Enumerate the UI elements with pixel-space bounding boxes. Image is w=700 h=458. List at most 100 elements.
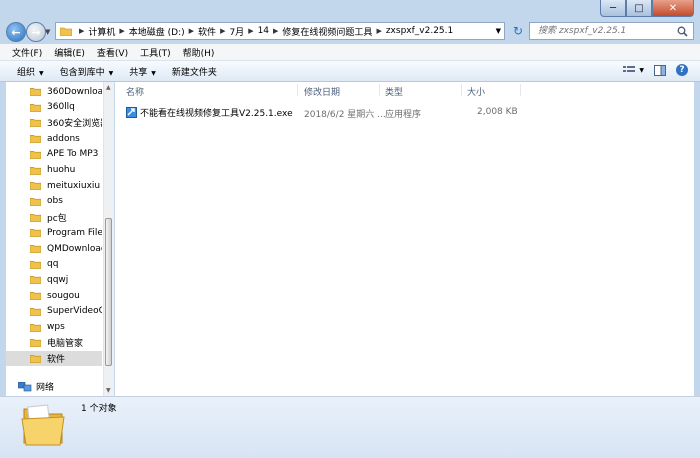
nav-item[interactable]: 360llq: [6, 100, 102, 115]
breadcrumb-separator-icon[interactable]: ▶: [248, 27, 253, 35]
address-dropdown-icon[interactable]: ▼: [496, 27, 501, 35]
scroll-up-icon[interactable]: ▲: [106, 84, 111, 91]
forward-button[interactable]: →: [26, 22, 46, 42]
refresh-button[interactable]: ↻: [509, 22, 527, 40]
nav-item-label: APE To MP3 F: [47, 149, 102, 160]
folder-icon: [30, 135, 41, 143]
new-folder-button[interactable]: 新建文件夹: [164, 65, 225, 78]
refresh-icon: ↻: [512, 24, 524, 38]
nav-item-label: qq: [47, 259, 59, 270]
nav-item[interactable]: meituxiuxiu: [6, 178, 102, 193]
back-button[interactable]: ←: [6, 22, 26, 42]
folder-icon: [30, 276, 41, 285]
explorer-window: ─ □ ✕ ← → ▼ ▶ 计算机 ▶ 本地磁盘 (D:) ▶ 软件 ▶ 7月 ▶ 14 ▶ 修复在线…: [0, 0, 700, 458]
nav-scrollbar[interactable]: ▲ ▼: [103, 82, 114, 396]
menu-help[interactable]: 帮助(H): [177, 46, 221, 59]
folder-icon: [30, 103, 41, 112]
breadcrumb-item[interactable]: 计算机: [88, 25, 115, 38]
nav-item[interactable]: 电脑管家: [6, 335, 102, 350]
nav-item[interactable]: addons: [6, 131, 102, 146]
nav-item-label: Program Files: [47, 227, 102, 238]
breadcrumb-item[interactable]: 7月: [229, 25, 244, 38]
breadcrumb-item[interactable]: 本地磁盘 (D:): [129, 25, 185, 38]
breadcrumb-separator-icon[interactable]: ▶: [189, 27, 194, 35]
column-divider: [520, 84, 521, 96]
nav-item[interactable]: SuperVideoCa: [6, 304, 102, 319]
nav-item[interactable]: 软件: [6, 350, 102, 366]
address-bar[interactable]: ▶ 计算机 ▶ 本地磁盘 (D:) ▶ 软件 ▶ 7月 ▶ 14 ▶ 修复在线视频问题工具 ▶ zxspx…: [55, 22, 505, 40]
menu-tools[interactable]: 工具(T): [134, 46, 177, 59]
share-button[interactable]: 共享 ▼: [121, 65, 164, 78]
nav-item[interactable]: 360安全浏览器: [6, 115, 102, 130]
organize-button[interactable]: 组织 ▼: [0, 65, 52, 78]
folder-icon: [30, 182, 41, 191]
breadcrumb-separator-icon[interactable]: ▶: [273, 27, 278, 35]
folder-icon: [30, 119, 41, 128]
nav-item-label: 360llq: [47, 102, 75, 113]
nav-item[interactable]: sougou: [6, 288, 102, 303]
breadcrumb-item[interactable]: 14: [258, 26, 269, 36]
folder-icon: [30, 150, 41, 159]
nav-item-label: 电脑管家: [47, 339, 84, 350]
arrow-left-icon: ←: [11, 25, 21, 39]
breadcrumb-item[interactable]: zxspxf_v2.25.1: [386, 26, 453, 36]
arrow-right-icon: →: [31, 25, 41, 39]
breadcrumb-separator-icon[interactable]: ▶: [79, 27, 84, 35]
menu-view[interactable]: 查看(V): [91, 46, 134, 59]
nav-item-label: 360Download: [47, 86, 102, 97]
nav-item[interactable]: QMDownload: [6, 241, 102, 256]
breadcrumb-separator-icon[interactable]: ▶: [220, 27, 225, 35]
close-button[interactable]: ✕: [652, 0, 694, 17]
file-date: 2018/6/2 星期六 ...: [304, 110, 386, 120]
column-divider: [461, 84, 462, 96]
breadcrumb-item[interactable]: 软件: [198, 25, 216, 38]
chevron-down-icon: ▼: [108, 69, 114, 77]
scroll-down-icon[interactable]: ▼: [106, 387, 111, 394]
nav-item[interactable]: APE To MP3 F: [6, 147, 102, 162]
nav-item[interactable]: qqwj: [6, 272, 102, 287]
include-in-library-button[interactable]: 包含到库中 ▼: [52, 65, 122, 78]
help-icon[interactable]: ?: [676, 64, 688, 76]
nav-item[interactable]: pc包: [6, 210, 102, 225]
column-header-size[interactable]: 大小: [467, 85, 485, 98]
column-header-date[interactable]: 修改日期: [304, 85, 340, 98]
preview-pane-icon[interactable]: [654, 64, 666, 76]
maximize-button[interactable]: □: [626, 0, 652, 17]
nav-item[interactable]: Program Files: [6, 225, 102, 240]
breadcrumb-separator-icon[interactable]: ▶: [119, 27, 124, 35]
nav-item-label: 网络: [36, 383, 55, 393]
breadcrumb-separator-icon[interactable]: ▶: [376, 27, 381, 35]
nav-item-label: wps: [47, 322, 65, 332]
chevron-down-icon: ▼: [45, 28, 51, 36]
nav-item[interactable]: obs: [6, 194, 102, 209]
window-controls: ─ □ ✕: [600, 0, 694, 18]
folder-icon: [30, 292, 41, 300]
breadcrumb: ▶ 计算机 ▶ 本地磁盘 (D:) ▶ 软件 ▶ 7月 ▶ 14 ▶ 修复在线视频问题工具 ▶ zxspx…: [75, 25, 453, 38]
view-options-button[interactable]: ▼: [623, 65, 644, 75]
nav-item-label: meituxiuxiu: [47, 180, 101, 191]
file-row[interactable]: 不能看在线视频修复工具V2.25.1.exe 2018/6/2 星期六 ... …: [115, 104, 694, 120]
scrollbar-thumb[interactable]: [105, 218, 112, 366]
folder-icon: [21, 404, 65, 446]
view-list-icon: [623, 66, 636, 72]
nav-item[interactable]: wps: [6, 320, 102, 335]
nav-item-network[interactable]: 网络: [6, 380, 54, 393]
nav-item[interactable]: qq: [6, 257, 102, 272]
folder-icon: [30, 307, 41, 316]
search-box[interactable]: [529, 22, 694, 40]
column-header-type[interactable]: 类型: [385, 85, 403, 98]
recent-pages-dropdown[interactable]: ▼: [45, 28, 50, 36]
menu-file[interactable]: 文件(F): [0, 46, 48, 59]
folder-icon: [60, 27, 72, 36]
nav-item[interactable]: huohu: [6, 163, 102, 178]
search-input[interactable]: [536, 25, 680, 37]
details-pane: 1 个对象: [0, 396, 700, 458]
file-type: 应用程序: [385, 110, 422, 120]
file-name-cell: 不能看在线视频修复工具V2.25.1.exe: [126, 106, 293, 119]
navigation-pane: 360Download 360llq 360安全浏览器 addons APE To MP…: [6, 82, 114, 396]
menu-edit[interactable]: 编辑(E): [48, 46, 91, 59]
column-header-name[interactable]: 名称: [126, 85, 144, 98]
nav-item[interactable]: 360Download: [6, 84, 102, 99]
minimize-button[interactable]: ─: [600, 0, 626, 17]
breadcrumb-item[interactable]: 修复在线视频问题工具: [282, 25, 372, 38]
